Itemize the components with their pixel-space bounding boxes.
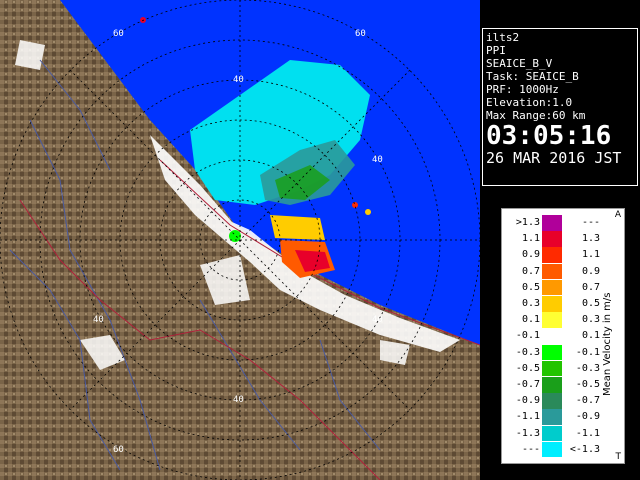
- legend-row-high: -0.5: [575, 379, 600, 390]
- legend-row-low: 0.5: [521, 281, 540, 293]
- legend-row: >1.3 ---: [502, 215, 612, 231]
- elevation-value: Elevation:1.0: [486, 96, 573, 109]
- legend-row-low: -1.3: [515, 427, 540, 439]
- range-label: 60: [113, 29, 124, 39]
- legend-row-high: ---: [581, 217, 600, 228]
- legend-row-low: 0.1: [521, 314, 540, 326]
- legend-swatch: [542, 296, 562, 312]
- legend-row-low: -0.1: [515, 330, 540, 342]
- legend-row: 0.5 0.7: [502, 279, 612, 296]
- legend-row-high: -1.1: [575, 427, 600, 439]
- legend-title: Mean Velocity in m/s: [602, 292, 613, 396]
- legend-row: 0.3 0.5: [502, 296, 612, 312]
- legend-row-high: 0.7: [581, 281, 600, 293]
- legend-row-low: -1.1: [515, 411, 540, 423]
- legend-row-high: 1.1: [581, 249, 600, 261]
- legend-swatch: [542, 393, 562, 409]
- legend-row-high: 0.5: [581, 298, 600, 309]
- range-label: 60: [355, 29, 366, 39]
- legend-row: -0.7 -0.5: [502, 377, 612, 393]
- legend-row-high: -0.9: [575, 411, 600, 423]
- legend-row-high: <-1.3: [569, 443, 600, 455]
- legend-row: -0.5 -0.3: [502, 360, 612, 377]
- radar-map: 60 40 60 40 40 40 40 60: [0, 0, 480, 480]
- legend-swatch: [542, 360, 562, 377]
- scan-date: 26 MAR 2016 JST: [486, 149, 622, 167]
- legend-row-high: 0.1: [581, 330, 600, 342]
- legend-swatch: [542, 344, 562, 361]
- legend-row: -1.3 -1.1: [502, 425, 612, 442]
- legend-row: -0.9 -0.7: [502, 393, 612, 409]
- legend-row: -1.1 -0.9: [502, 409, 612, 425]
- legend-swatch: [542, 263, 562, 280]
- legend-row-high: 1.3: [581, 233, 600, 245]
- scan-name: SEAICE_B_V: [486, 57, 553, 70]
- legend-row-high: -0.1: [575, 346, 600, 358]
- velocity-legend: A >1.3 --- 1.1 1.3 0.9 1.1 0.7 0.9 0.5 0.7 0.3 0.5 0…: [501, 208, 625, 464]
- legend-row-low: 0.7: [521, 265, 540, 277]
- legend-swatch: [542, 377, 562, 393]
- legend-swatch: [542, 312, 562, 328]
- legend-row-low: -0.5: [515, 362, 540, 374]
- legend-row-high: -0.7: [575, 395, 600, 407]
- legend-swatch: [542, 231, 562, 247]
- inland-snow-4: [15, 40, 45, 70]
- legend-swatch: [542, 215, 562, 231]
- legend-swatch: [542, 247, 562, 263]
- legend-row: 0.9 1.1: [502, 247, 612, 263]
- legend-row: -0.1 0.1: [502, 328, 612, 344]
- legend-corner-bottom: T: [615, 452, 622, 462]
- prf-value: PRF: 1000Hz: [486, 83, 559, 96]
- legend-row: 0.1 0.3: [502, 312, 612, 328]
- range-label: 60: [113, 445, 124, 455]
- legend-row: -0.3 -0.1: [502, 344, 612, 361]
- legend-row-high: -0.3: [575, 362, 600, 374]
- range-label: 40: [233, 395, 244, 405]
- range-label: 40: [372, 155, 383, 165]
- legend-row-low: -0.3: [515, 346, 540, 358]
- legend-row: 0.7 0.9: [502, 263, 612, 280]
- legend-row-low: -0.7: [515, 379, 540, 390]
- legend-row-low: 1.1: [521, 233, 540, 245]
- task-name: Task: SEAICE_B: [486, 70, 579, 83]
- legend-swatch: [542, 425, 562, 442]
- legend-swatch: [542, 409, 562, 425]
- range-label: 40: [93, 315, 104, 325]
- legend-corner-top: A: [614, 210, 621, 220]
- range-label: 40: [233, 75, 244, 85]
- product-name: PPI: [486, 44, 506, 57]
- legend-swatch: [542, 328, 562, 344]
- legend-row-high: 0.3: [581, 314, 600, 326]
- legend-row-low: 0.9: [521, 249, 540, 261]
- legend-row: 1.1 1.3: [502, 231, 612, 247]
- legend-row: --- <-1.3: [502, 441, 612, 458]
- station-name: ilts2: [486, 31, 520, 44]
- legend-swatch: [542, 441, 562, 458]
- scan-time: 03:05:16: [486, 121, 612, 151]
- legend-row-low: ---: [521, 443, 540, 455]
- legend-row-high: 0.9: [581, 265, 600, 277]
- legend-swatch: [542, 279, 562, 296]
- legend-row-low: 0.3: [521, 298, 540, 309]
- range-label: 40: [372, 315, 383, 325]
- radar-info-panel: ilts2 PPI SEAICE_B_V Task: SEAICE_B PRF:…: [482, 28, 638, 186]
- legend-row-low: -0.9: [515, 395, 540, 407]
- legend-row-low: >1.3: [515, 217, 540, 228]
